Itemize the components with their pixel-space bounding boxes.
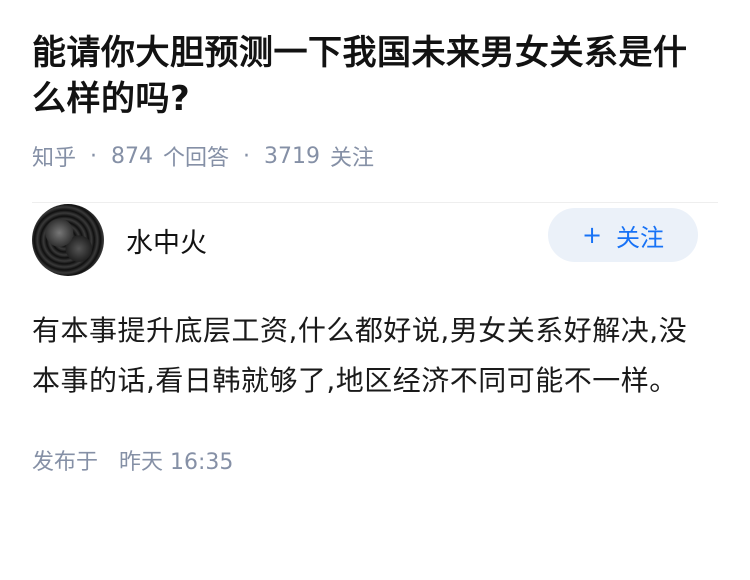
- answers-count[interactable]: 874: [111, 144, 153, 169]
- meta-separator: ·: [90, 143, 98, 169]
- question-header: 能请你大胆预测一下我国未来男女关系是什么样的吗? 知乎 · 874 个回答 · …: [0, 0, 750, 203]
- followers-label: 关注: [330, 146, 375, 171]
- source-label[interactable]: 知乎: [32, 140, 76, 172]
- author-name[interactable]: 水中火: [126, 221, 548, 260]
- answer-card: 水中火 + 关注 有本事提升底层工资,什么都好说,男女关系好解决,没本事的话,看…: [0, 170, 750, 476]
- followers-count: 3719: [264, 143, 321, 169]
- author-row: 水中火 + 关注: [32, 204, 698, 276]
- published-label: 发布于: [32, 450, 99, 475]
- answer-content[interactable]: 有本事提升底层工资,什么都好说,男女关系好解决,没本事的话,看日韩就够了,地区经…: [32, 306, 698, 406]
- answers-label[interactable]: 个回答: [163, 140, 229, 172]
- follow-button[interactable]: + 关注: [548, 208, 698, 262]
- question-title[interactable]: 能请你大胆预测一下我国未来男女关系是什么样的吗?: [32, 30, 718, 122]
- follow-button-label: 关注: [616, 223, 665, 252]
- meta-separator: ·: [243, 143, 251, 169]
- avatar[interactable]: [32, 204, 104, 276]
- plus-icon: +: [581, 221, 603, 249]
- question-meta: 知乎 · 874 个回答 · 3719 关注: [32, 140, 718, 172]
- published-time: 昨天 16:35: [119, 450, 234, 475]
- published-info: 发布于 昨天 16:35: [32, 444, 698, 476]
